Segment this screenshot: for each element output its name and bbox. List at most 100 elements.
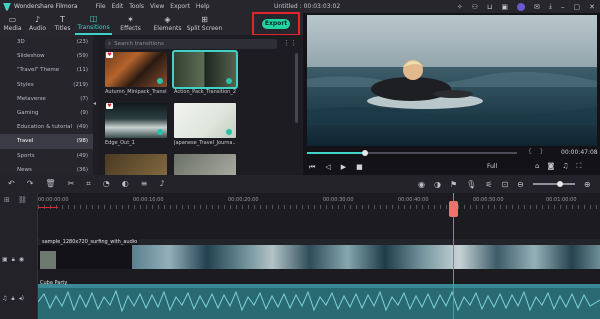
category-education[interactable]: Education & tutorial (49) — [0, 120, 93, 134]
menu-file[interactable]: File — [96, 3, 106, 10]
lock-icon[interactable]: 🔒︎ — [12, 256, 15, 264]
menu-help[interactable]: Help — [196, 3, 210, 10]
video-clip-frames[interactable] — [132, 245, 600, 269]
account-icon[interactable]: ⚇ — [472, 3, 478, 11]
menu-edit[interactable]: Edit — [112, 3, 124, 10]
lightbulb-icon[interactable]: ✧ — [457, 3, 463, 11]
zoom-handle[interactable] — [556, 181, 563, 187]
work-area-marker[interactable] — [38, 207, 58, 208]
minimize-icon[interactable]: – — [561, 3, 565, 11]
avatar[interactable] — [517, 2, 526, 11]
edit-toolbar: ↶ ↷ 🗑︎ ✂ ⌗ ◔ ◐ ≡ ♪ ◉ ◑ ⚑ 🎙︎ ⚟ ⊡ ⊖ ⊕ — [0, 175, 600, 193]
grid-view-icon[interactable]: ⋮⋮ — [283, 39, 297, 47]
split-screen-icon: ⊞ — [201, 15, 208, 24]
menu-export[interactable]: Export — [170, 3, 190, 10]
tab-split-screen[interactable]: ⊞ Split Screen — [186, 13, 223, 35]
video-clip-label: sample_1280x720_surfing_with_audio — [40, 239, 140, 245]
transition-thumb-japanese-travel[interactable]: Japanese_Travel_Journa... — [174, 103, 236, 150]
mask-icon[interactable]: ◑ — [434, 180, 441, 189]
menu-view[interactable]: View — [150, 3, 164, 10]
cart-icon[interactable]: ⊔ — [487, 3, 492, 11]
tab-elements[interactable]: ◈ Elements — [149, 13, 186, 35]
tab-transitions[interactable]: ◫ Transitions — [75, 13, 112, 35]
audio-mix-icon[interactable]: ≡ — [141, 179, 148, 189]
snapshot-icon[interactable]: ◙ — [547, 162, 554, 171]
category-metaverse[interactable]: Metaverse (7) — [0, 92, 93, 106]
category-sports[interactable]: Sports (49) — [0, 149, 93, 163]
quality-select[interactable]: Full — [487, 163, 497, 170]
seek-handle[interactable] — [362, 150, 368, 156]
favorite-icon[interactable]: ♥ — [106, 52, 113, 58]
redo-icon[interactable]: ↷ — [27, 179, 34, 189]
zoom-in-icon[interactable]: ⊕ — [584, 180, 591, 189]
time-ruler[interactable]: 00:00:00:00 00:00:10:00 00:00:20:00 00:0… — [38, 193, 600, 209]
stop-icon[interactable]: ■ — [356, 163, 363, 172]
menu-tools[interactable]: Tools — [129, 3, 144, 10]
link-icon[interactable]: ⛓ — [18, 196, 27, 204]
mark-in-out-icon[interactable]: { } — [528, 148, 543, 155]
volume-icon[interactable]: ♫ — [562, 162, 568, 171]
transition-thumb-autumn[interactable]: ♥ Autumn_Minipack_Transiti... — [105, 52, 167, 99]
tab-audio[interactable]: ♪ Audio — [25, 13, 50, 35]
cut-icon[interactable]: ✂ — [68, 179, 75, 189]
category-list: 3D (23) Slideshow (59) "Travel" Theme (11) … — [0, 35, 93, 175]
speed-icon[interactable]: ◔ — [103, 179, 110, 189]
transition-thumb-row3-b[interactable] — [174, 154, 236, 175]
tab-media[interactable]: ▭ Media — [0, 13, 25, 35]
color-icon[interactable]: ◐ — [122, 179, 129, 189]
marker-icon[interactable]: ⚑ — [450, 180, 457, 189]
crop-icon[interactable]: ⌗ — [86, 179, 91, 189]
delete-icon[interactable]: 🗑︎ — [45, 179, 55, 189]
download-icon[interactable] — [157, 78, 163, 84]
zoom-slider[interactable] — [532, 181, 575, 187]
undo-icon[interactable]: ↶ — [8, 179, 15, 189]
video-track-controls: ▣ 🔒︎ ◉ — [2, 256, 24, 264]
mail-icon[interactable]: ✉ — [534, 3, 540, 11]
transition-thumb-edge-out[interactable]: ♥ Edge_Out_1 — [105, 103, 167, 150]
category-travel-theme[interactable]: "Travel" Theme (11) — [0, 63, 93, 77]
preview-panel: { } 00:00:47:08 ⏮ ◁ ▶ ■ Full ⌂ ◙ ♫ ⛶ — [303, 13, 600, 175]
audio-track[interactable] — [37, 280, 600, 319]
download-icon[interactable] — [226, 129, 232, 135]
ruler-time: 00:00:10:00 — [133, 197, 164, 203]
eye-icon[interactable]: ◉ — [19, 256, 24, 264]
preview-seek-bar[interactable] — [307, 150, 517, 156]
transition-thumb-action-pack[interactable]: Action_Pack_Transition_2 — [172, 50, 238, 99]
zoom-out-icon[interactable]: ⊖ — [517, 180, 524, 189]
fullscreen-icon[interactable]: ⛶ — [577, 162, 582, 171]
favorite-icon[interactable]: ♥ — [106, 103, 113, 109]
download-icon[interactable] — [226, 78, 232, 84]
transition-thumb-row3-a[interactable] — [105, 154, 167, 175]
lock-icon[interactable]: 🔒︎ — [11, 295, 14, 303]
thumbnail: ♥ — [105, 52, 167, 87]
audio-icon[interactable]: ♪ — [159, 179, 164, 189]
render-icon[interactable]: ◉ — [418, 180, 425, 189]
category-travel[interactable]: Travel (98) — [0, 134, 93, 149]
grid-scrollbar[interactable] — [295, 53, 298, 123]
search-input[interactable]: ⌕ Search transitions — [105, 39, 277, 49]
speaker-icon[interactable]: ◂) — [19, 295, 24, 303]
playhead-handle[interactable] — [449, 201, 458, 217]
timeline: ⊞ ⛓ ▣ 🔒︎ ◉ ♫ 🔒︎ ◂) 00:00:00:00 00:00:10:… — [0, 193, 600, 319]
gift-icon[interactable]: ▣ — [501, 3, 508, 11]
download-icon[interactable] — [157, 129, 163, 135]
add-track-icon[interactable]: ⊞ — [4, 196, 10, 204]
render-preview-icon[interactable]: ⌂ — [535, 162, 539, 171]
close-icon[interactable]: ✕ — [589, 3, 595, 11]
maximize-icon[interactable]: ▢ — [574, 3, 581, 11]
search-icon: ⌕ — [108, 40, 112, 47]
rewind-icon[interactable]: ◁ — [325, 163, 330, 172]
voiceover-icon[interactable]: ⚟ — [485, 180, 492, 189]
category-styles[interactable]: Styles (219) — [0, 78, 93, 92]
step-back-icon[interactable]: ⏮ — [309, 163, 315, 172]
category-3d[interactable]: 3D (23) — [0, 35, 93, 49]
snap-icon[interactable]: ⊡ — [501, 180, 508, 189]
export-button[interactable]: Export — [262, 19, 290, 29]
tab-titles[interactable]: T Titles — [50, 13, 75, 35]
play-icon[interactable]: ▶ — [341, 163, 346, 172]
category-slideshow[interactable]: Slideshow (59) — [0, 49, 93, 63]
download-icon[interactable]: ⤓ — [549, 2, 552, 11]
category-gaming[interactable]: Gaming (9) — [0, 106, 93, 120]
mic-icon[interactable]: 🎙︎ — [466, 180, 476, 189]
tab-effects[interactable]: ✶ Effects — [112, 13, 149, 35]
